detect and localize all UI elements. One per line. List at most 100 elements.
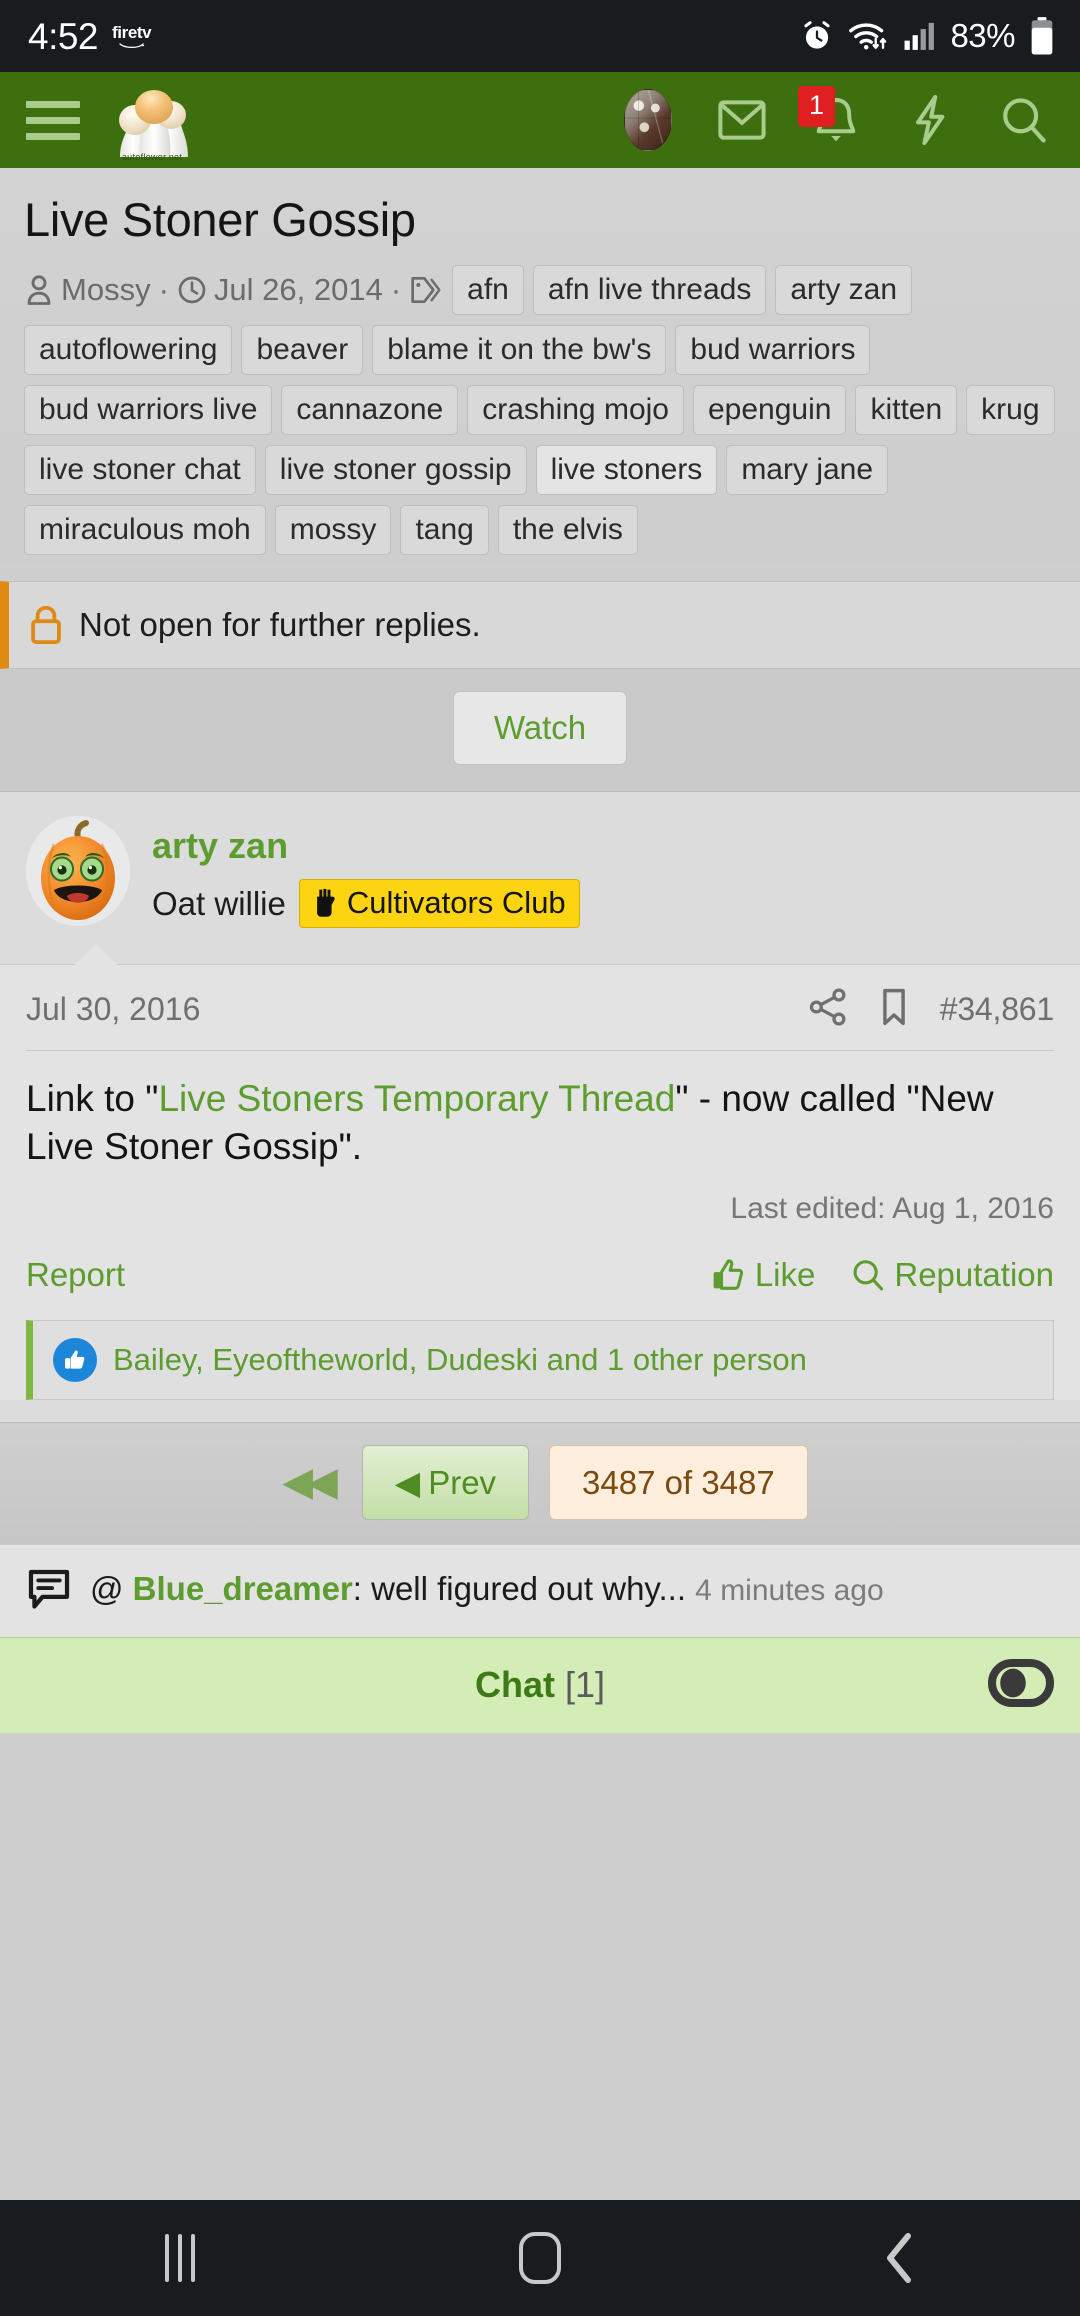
chat-count: [1]	[564, 1664, 606, 1706]
post-author-subrow: Oat willie Cultivators Club	[152, 879, 580, 929]
status-bar-left: 4:52 firetv	[28, 18, 152, 55]
page-count-button[interactable]: 3487 of 3487	[549, 1444, 808, 1520]
thread-tag[interactable]: miraculous moh	[24, 504, 266, 555]
wifi-icon	[848, 19, 890, 53]
thread-author[interactable]: Mossy	[61, 272, 151, 308]
pagination-bar: ◀◀ ◀ Prev 3487 of 3487	[0, 1421, 1080, 1544]
avatar-image	[624, 89, 672, 151]
pumpkin-avatar-icon	[26, 815, 130, 926]
amazon-smile-icon	[118, 42, 144, 48]
post-author-block: arty zan Oat willie Cultivators Club	[0, 792, 1080, 945]
thread-date: Jul 26, 2014	[213, 271, 383, 307]
watch-row: Watch	[0, 668, 1080, 792]
chat-bar[interactable]: Chat [1]	[0, 1636, 1080, 1733]
like-button[interactable]: Like	[710, 1256, 815, 1294]
phone-screen: 4:52 firetv 83% autoflower.net 1 Live St…	[0, 0, 1080, 2316]
thread-tag[interactable]: mary jane	[726, 444, 889, 495]
prev-arrow-icon: ◀	[394, 1463, 421, 1501]
reputation-search-icon	[853, 1260, 884, 1291]
chat-at-symbol: @	[90, 1569, 124, 1607]
thread-tag[interactable]: the elvis	[497, 504, 638, 555]
post-likes-box[interactable]: Bailey, Eyeoftheworld, Dudeski and 1 oth…	[26, 1319, 1054, 1400]
home-icon[interactable]	[480, 2200, 600, 2316]
thread-tag[interactable]: autoflowering	[24, 324, 233, 375]
header-action-icons: 1	[622, 86, 1054, 151]
chat-notification-text: @ Blue_dreamer: well figured out why... …	[90, 1567, 884, 1611]
reputation-label: Reputation	[894, 1255, 1054, 1293]
chat-username[interactable]: Blue_dreamer	[133, 1570, 353, 1607]
prev-page-label: Prev	[428, 1463, 497, 1501]
thread-tag[interactable]: mossy	[274, 504, 392, 555]
hamburger-menu-icon[interactable]	[22, 95, 84, 146]
last-edited-note: Last edited: Aug 1, 2016	[730, 1191, 1054, 1225]
thread-tag[interactable]: cannazone	[281, 384, 459, 435]
user-icon	[27, 275, 51, 305]
post-meta-row: Jul 30, 2016 #34,861	[26, 965, 1054, 1052]
thread-tag[interactable]: live stoner chat	[24, 444, 256, 495]
thread-meta: Mossy · Jul 26, 2014 ·	[24, 272, 443, 308]
thumbs-up-icon	[713, 1259, 743, 1290]
post: arty zan Oat willie Cultivators Club Jul…	[0, 791, 1080, 1422]
post-body-link[interactable]: Live Stoners Temporary Thread	[158, 1078, 675, 1119]
chat-bar-label: Chat [1]	[0, 1664, 1080, 1706]
logo-caption: autoflower.net	[121, 152, 183, 162]
watch-button[interactable]: Watch	[452, 690, 628, 765]
thread-tag[interactable]: bud warriors live	[24, 384, 273, 435]
clock-icon	[178, 276, 206, 303]
post-number[interactable]: #34,861	[940, 991, 1054, 1028]
recents-glyph	[165, 2234, 195, 2282]
thread-tag[interactable]: krug	[966, 384, 1055, 435]
signal-icon	[903, 20, 937, 52]
post-date: Jul 30, 2016	[26, 991, 201, 1028]
app-header: autoflower.net 1	[0, 72, 1080, 168]
thread-tag[interactable]: blame it on the bw's	[372, 324, 667, 375]
thread-header: Live Stoner Gossip Mossy · Jul 26, 2014 …	[0, 168, 1080, 563]
report-button[interactable]: Report	[26, 1256, 125, 1294]
chat-notification[interactable]: @ Blue_dreamer: well figured out why... …	[0, 1543, 1080, 1637]
thread-tag[interactable]: epenguin	[692, 384, 847, 435]
envelope-icon[interactable]	[716, 92, 768, 148]
user-title: Oat willie	[152, 884, 286, 922]
bookmark-icon[interactable]	[878, 987, 910, 1032]
search-icon[interactable]	[998, 92, 1050, 148]
thread-tag[interactable]: kitten	[855, 384, 958, 435]
thread-tag[interactable]: crashing mojo	[467, 384, 684, 435]
recents-icon[interactable]	[120, 2200, 240, 2316]
lightning-bolt-icon[interactable]	[904, 92, 956, 148]
user-avatar[interactable]	[622, 89, 674, 151]
chat-toggle-switch[interactable]	[988, 1658, 1054, 1712]
like-bubble-icon	[53, 1337, 97, 1382]
page-title: Live Stoner Gossip	[24, 193, 416, 246]
thread-tag[interactable]: afn	[452, 264, 524, 315]
first-page-button[interactable]: ◀◀	[272, 1456, 342, 1508]
post-likes-text[interactable]: Bailey, Eyeoftheworld, Dudeski and 1 oth…	[113, 1342, 807, 1378]
android-nav-bar	[0, 2200, 1080, 2316]
avatar[interactable]	[26, 815, 130, 926]
bell-icon[interactable]: 1	[798, 86, 862, 148]
thread-tag[interactable]: afn live threads	[532, 264, 767, 315]
back-glyph	[887, 2233, 911, 2283]
post-author-name[interactable]: arty zan	[152, 826, 580, 866]
thread-tag[interactable]: arty zan	[775, 264, 913, 315]
meta-separator: ·	[158, 271, 169, 307]
share-icon[interactable]	[808, 987, 848, 1032]
chat-message: : well figured out why...	[352, 1569, 686, 1607]
thread-tag[interactable]: beaver	[241, 324, 364, 375]
chat-bubble-icon	[28, 1569, 70, 1609]
site-logo[interactable]: autoflower.net	[98, 81, 206, 162]
firetv-logo: firetv	[112, 24, 152, 49]
meta-separator: ·	[390, 271, 402, 307]
thread-tag[interactable]: live stoners	[535, 444, 718, 495]
status-bar: 4:52 firetv 83%	[0, 0, 1080, 72]
chat-timestamp: 4 minutes ago	[695, 1573, 884, 1607]
thread-tag[interactable]: tang	[400, 504, 489, 555]
status-badge[interactable]: Cultivators Club	[298, 879, 580, 929]
prev-page-button[interactable]: ◀ Prev	[361, 1444, 530, 1520]
reputation-button[interactable]: Reputation	[851, 1256, 1054, 1294]
lock-icon	[31, 605, 61, 644]
thread-tag[interactable]: live stoner gossip	[264, 444, 527, 495]
thread-tag[interactable]: bud warriors	[675, 324, 871, 375]
back-icon[interactable]	[840, 2200, 960, 2316]
hamburger-line	[26, 116, 80, 124]
alerts-badge: 1	[798, 86, 836, 127]
